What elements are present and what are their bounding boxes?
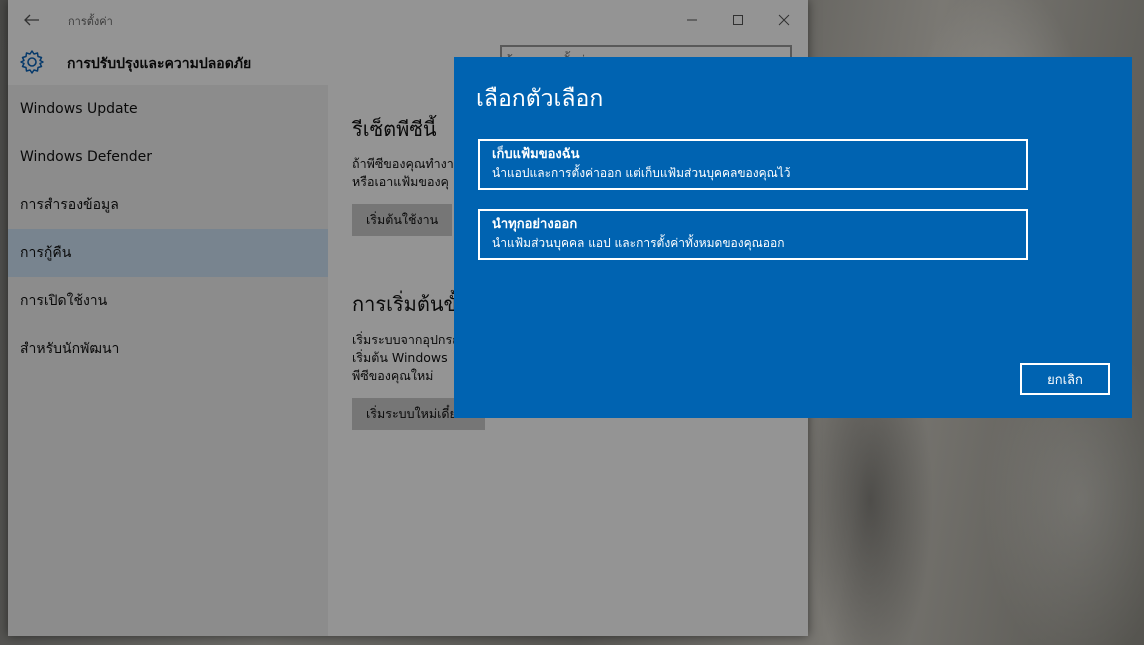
keep-my-files-option[interactable]: เก็บแฟ้มของฉัน นำแอปและการตั้งค่าออก แต่… xyxy=(478,139,1028,190)
choose-option-dialog: เลือกตัวเลือก เก็บแฟ้มของฉัน นำแอปและการ… xyxy=(454,57,1132,418)
dialog-title: เลือกตัวเลือก xyxy=(476,86,604,112)
option-description: นำแอปและการตั้งค่าออก แต่เก็บแฟ้มส่วนบุค… xyxy=(492,166,791,180)
cancel-button[interactable]: ยกเลิก xyxy=(1020,363,1110,395)
remove-everything-option[interactable]: นำทุกอย่างออก นำแฟ้มส่วนบุคคล แอป และการ… xyxy=(478,209,1028,260)
option-title: เก็บแฟ้มของฉัน xyxy=(492,147,580,162)
option-description: นำแฟ้มส่วนบุคคล แอป และการตั้งค่าทั้งหมด… xyxy=(492,236,785,250)
option-title: นำทุกอย่างออก xyxy=(492,217,578,232)
